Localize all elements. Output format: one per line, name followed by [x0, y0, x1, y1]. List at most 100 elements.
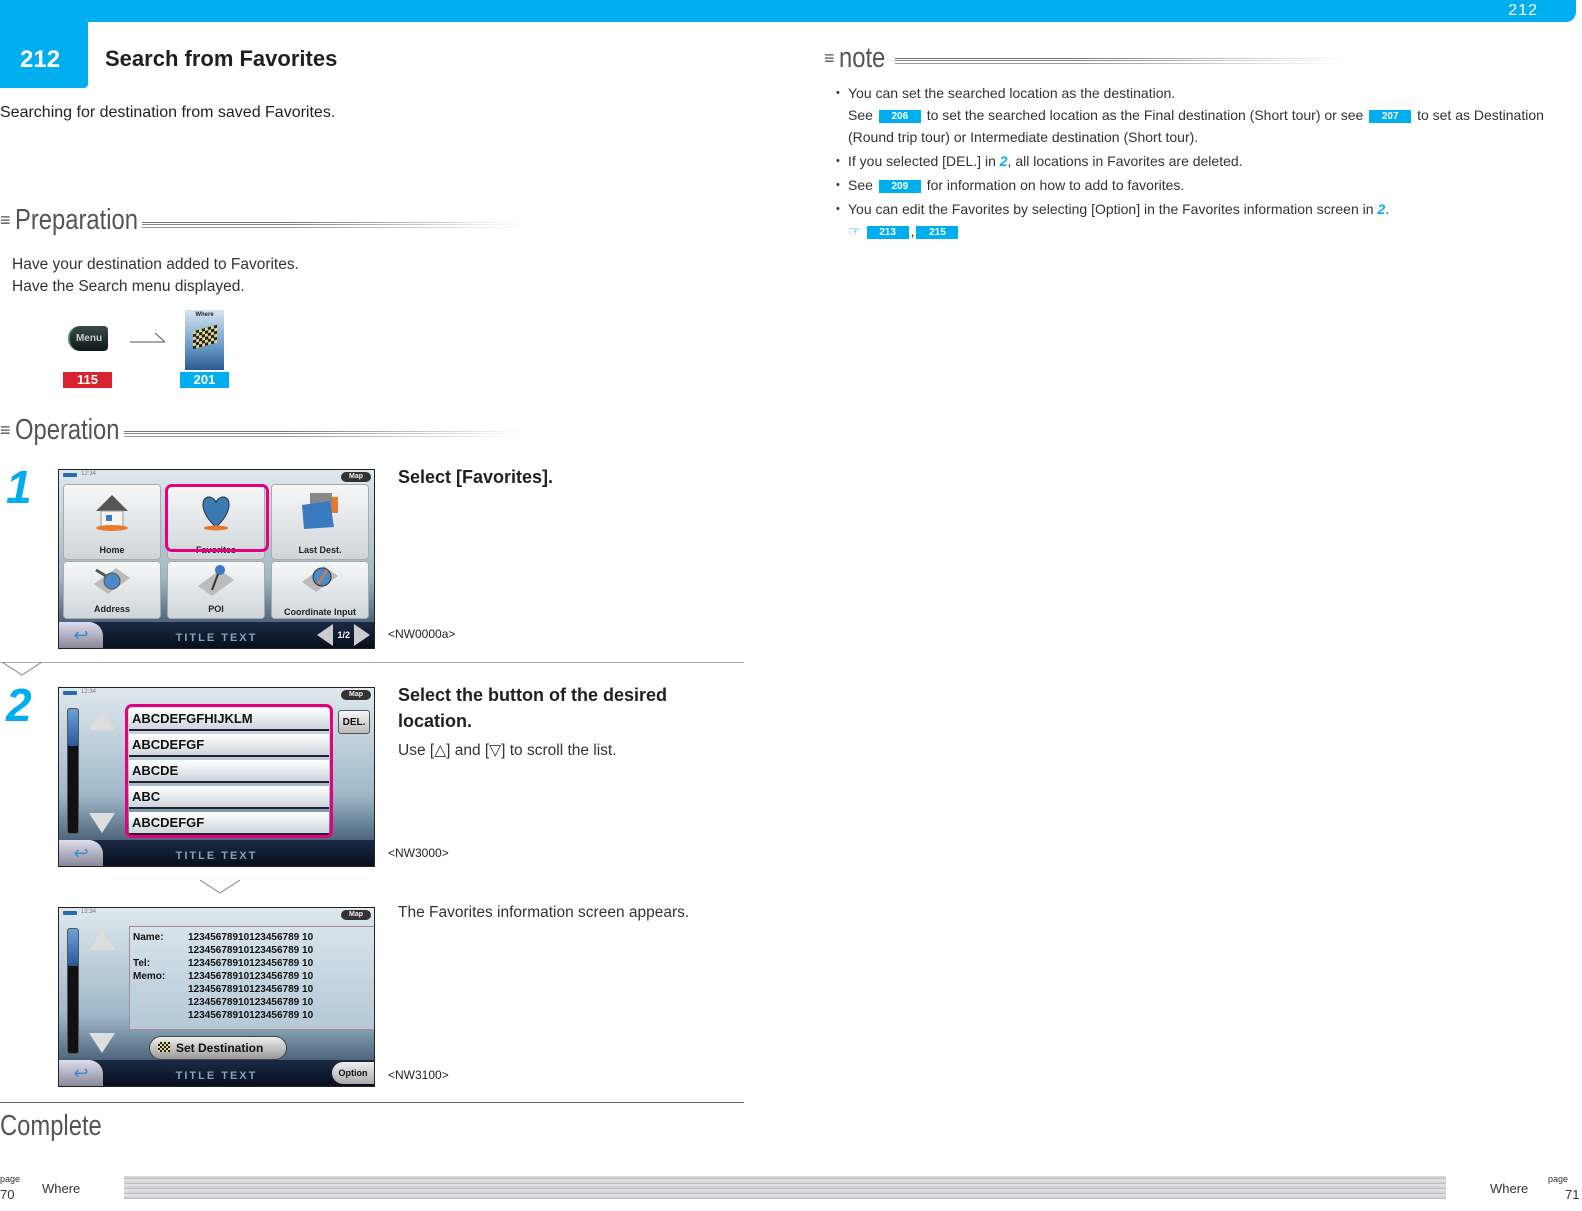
status-bar: 12:34 Map — [59, 688, 374, 700]
preparation-heading-label: Preparation — [14, 204, 138, 236]
tile-poi[interactable]: POI — [167, 561, 265, 619]
note-list: You can set the searched location as the… — [836, 82, 1576, 244]
selection-highlight — [125, 704, 333, 838]
page-ref-201[interactable]: 201 — [180, 372, 229, 388]
info-key: Memo: — [133, 971, 166, 982]
scrollbar[interactable] — [67, 708, 79, 834]
title-text: TITLE TEXT — [175, 1070, 258, 1082]
chevron-down-icon — [200, 880, 240, 894]
page-ref-213[interactable]: 213 — [866, 225, 909, 239]
footer-bar — [124, 1176, 1446, 1199]
where-icon-image: Where — [185, 310, 224, 370]
prep-line: Have your destination added to Favorites… — [12, 256, 299, 273]
screen-nw0000a: 12:34 Map Home Favorites Last Dest. Addr… — [58, 469, 375, 649]
note-text: . — [1385, 201, 1390, 217]
tile-coordinate-input[interactable]: Coordinate Input — [271, 561, 369, 619]
page-ref-206[interactable]: 206 — [878, 109, 921, 123]
heading-lines-icon: ≡ — [0, 210, 11, 230]
magnifier-icon — [94, 568, 130, 594]
footer-left-section: Where — [42, 1181, 81, 1196]
note-text: , all locations in Favorites are deleted… — [1007, 153, 1243, 169]
step-divider — [0, 662, 744, 663]
desc-text: ] to scroll the list. — [501, 742, 617, 759]
page-ref-115[interactable]: 115 — [63, 372, 112, 388]
where-label: Where — [195, 312, 214, 318]
scrollbar[interactable] — [67, 928, 79, 1054]
selection-highlight — [165, 484, 269, 552]
pager: 1/2 — [317, 624, 370, 646]
scroll-up-button[interactable] — [89, 710, 115, 730]
map-button[interactable]: Map — [341, 690, 371, 700]
page-label: 212 — [1508, 2, 1538, 19]
info-value: 12345678910123456789 10 — [188, 997, 314, 1008]
preparation-text: Have your destination added to Favorites… — [12, 254, 299, 298]
screen-code: <NW3100> — [388, 1068, 449, 1082]
scroll-down-button[interactable] — [89, 813, 115, 833]
step-2-title: Select the button of the desired locatio… — [398, 685, 668, 731]
page-subtitle: Searching for destination from saved Fav… — [0, 104, 336, 121]
page-indicator: 1/2 — [337, 630, 350, 640]
note-item: See 209 for information on how to add to… — [836, 174, 1576, 196]
tile-address[interactable]: Address — [63, 561, 161, 619]
tile-last-dest[interactable]: Last Dest. — [271, 484, 369, 560]
next-page-button[interactable] — [354, 624, 370, 646]
top-banner: 212 — [0, 0, 1576, 22]
scrollbar-thumb[interactable] — [68, 929, 78, 967]
option-button[interactable]: Option — [332, 1062, 374, 1084]
tile-label: Last Dest. — [298, 545, 342, 555]
note-text: See — [848, 107, 873, 123]
page-ref-209[interactable]: 209 — [878, 179, 921, 193]
down-triangle-icon: ▽ — [489, 742, 502, 759]
chapter-number: 212 — [20, 46, 61, 73]
battery-icon — [63, 911, 77, 915]
heading-lines-icon: ≡ — [824, 48, 835, 68]
page-ref-215[interactable]: 215 — [916, 225, 959, 239]
map-button[interactable]: Map — [341, 472, 371, 482]
screen-nw3100: 12:34 Map Name: 12345678910123456789 10 12… — [58, 907, 375, 1087]
step-2-desc: Use [△] and [▽] to scroll the list. — [398, 741, 617, 760]
note-item: If you selected [DEL.] in 2, all locatio… — [836, 150, 1576, 172]
set-destination-button[interactable]: Set Destination — [149, 1036, 287, 1060]
screen-nw3000: 12:34 Map ABCDEFGFHIJKLM ABCDEFGF ABCDE … — [58, 687, 375, 867]
info-key — [133, 1009, 188, 1022]
complete-divider — [0, 1102, 744, 1103]
operation-heading: ≡ Operation — [0, 414, 142, 447]
scrollbar-thumb[interactable] — [68, 709, 78, 747]
tile-label: Address — [93, 604, 130, 614]
title-text: TITLE TEXT — [175, 850, 258, 862]
step-ref[interactable]: 2 — [1000, 153, 1008, 169]
complete-label: Complete — [0, 1110, 102, 1142]
step-1-title: Select [Favorites]. — [398, 467, 554, 487]
info-value: 12345678910123456789 10 — [188, 971, 314, 982]
note-text: You can edit the Favorites by selecting … — [848, 201, 1374, 217]
delete-button[interactable]: DEL. — [338, 710, 370, 734]
map-button[interactable]: Map — [341, 910, 371, 920]
info-value: 12345678910123456789 10 — [188, 945, 314, 956]
note-text: See — [848, 177, 873, 193]
info-value: 12345678910123456789 10 — [188, 932, 314, 943]
scroll-down-button[interactable] — [89, 1033, 115, 1053]
prev-page-button[interactable] — [317, 624, 334, 646]
prep-line: Have the Search menu displayed. — [12, 278, 245, 295]
pointing-hand-icon: ☞ — [848, 223, 861, 239]
result-text: The Favorites information screen appears… — [398, 904, 690, 921]
info-value: 12345678910123456789 10 — [188, 984, 314, 995]
up-triangle-icon: △ — [434, 742, 447, 759]
screen-code: <NW0000a> — [388, 627, 456, 641]
chapter-badge: 212 — [0, 0, 88, 88]
section-rule — [895, 58, 1345, 64]
info-row: Tel: 12345678910123456789 10 — [133, 957, 374, 970]
info-value: 12345678910123456789 10 — [188, 1010, 314, 1021]
note-text: to set the searched location as the Fina… — [926, 107, 1364, 123]
info-row: Name: 12345678910123456789 10 — [133, 931, 374, 944]
info-row: 12345678910123456789 10 — [133, 983, 374, 996]
favorite-info-box: Name: 12345678910123456789 10 123456789101… — [129, 926, 374, 1030]
tile-home[interactable]: Home — [63, 484, 161, 560]
footer-left-page-number: 70 — [0, 1187, 15, 1202]
info-row: 12345678910123456789 10 — [133, 996, 374, 1009]
tile-label: Coordinate Input — [284, 607, 356, 617]
scroll-up-button[interactable] — [89, 930, 115, 950]
note-text: If you selected [DEL.] in — [848, 153, 996, 169]
page-ref-207[interactable]: 207 — [1369, 109, 1412, 123]
button-label: Set Destination — [176, 1041, 264, 1055]
